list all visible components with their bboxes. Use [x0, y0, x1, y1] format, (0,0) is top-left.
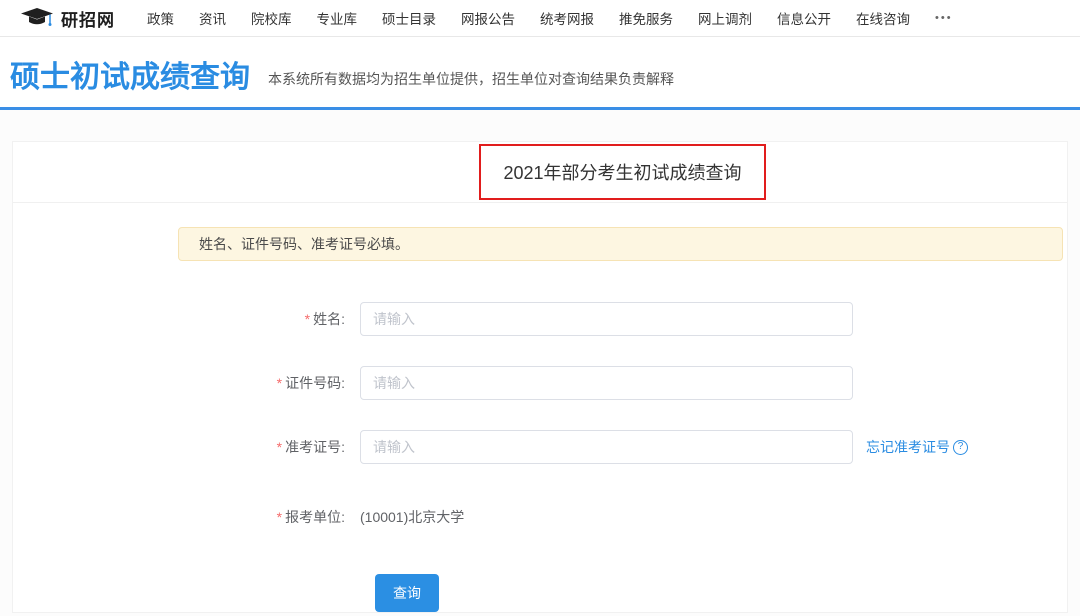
required-asterisk: * — [277, 375, 282, 391]
main-area: 2021年部分考生初试成绩查询 姓名、证件号码、准考证号必填。 *姓名: *证件… — [0, 110, 1080, 616]
form-row-name: *姓名: — [178, 302, 1063, 336]
nav-item-major-library[interactable]: 专业库 — [317, 8, 358, 28]
nav-item-online-consult[interactable]: 在线咨询 — [856, 8, 910, 28]
site-logo-text: 研招网 — [61, 6, 115, 31]
query-panel: 2021年部分考生初试成绩查询 姓名、证件号码、准考证号必填。 *姓名: *证件… — [12, 141, 1068, 613]
forgot-ticket-link[interactable]: 忘记准考证号? — [866, 437, 968, 457]
nav-item-policy[interactable]: 政策 — [147, 8, 174, 28]
panel-body: 姓名、证件号码、准考证号必填。 *姓名: *证件号码: *准考证号: 忘记准考证… — [13, 203, 1067, 612]
nav-item-info-disclosure[interactable]: 信息公开 — [777, 8, 831, 28]
nav-item-online-adjustment[interactable]: 网上调剂 — [698, 8, 752, 28]
page-header: 硕士初试成绩查询 本系统所有数据均为招生单位提供，招生单位对查询结果负责解释 — [0, 37, 1080, 110]
panel-title: 2021年部分考生初试成绩查询 — [503, 163, 741, 183]
query-button[interactable]: 查询 — [375, 574, 439, 612]
question-mark-circle-icon[interactable]: ? — [953, 440, 968, 455]
required-asterisk: * — [277, 439, 282, 455]
nav-item-master-catalog[interactable]: 硕士目录 — [382, 8, 436, 28]
nav-item-news[interactable]: 资讯 — [199, 8, 226, 28]
apply-unit-value: (10001)北京大学 — [360, 507, 464, 527]
top-navbar: 研招网 政策 资讯 院校库 专业库 硕士目录 网报公告 统考网报 推免服务 网上… — [0, 0, 1080, 37]
admission-ticket-input[interactable] — [360, 430, 853, 464]
name-label: *姓名: — [178, 309, 360, 329]
name-input[interactable] — [360, 302, 853, 336]
site-logo[interactable]: 研招网 — [20, 6, 115, 31]
form-row-submit: 查询 — [178, 574, 1063, 612]
required-asterisk: * — [305, 311, 310, 327]
form-row-apply-unit: *报考单位: (10001)北京大学 — [178, 500, 1063, 534]
required-fields-alert: 姓名、证件号码、准考证号必填。 — [178, 227, 1063, 261]
nav-menu: 政策 资讯 院校库 专业库 硕士目录 网报公告 统考网报 推免服务 网上调剂 信… — [147, 8, 953, 28]
nav-more-ellipsis-icon[interactable]: ••• — [935, 12, 953, 24]
admission-ticket-label: *准考证号: — [178, 437, 360, 457]
nav-item-college-library[interactable]: 院校库 — [251, 8, 292, 28]
nav-item-online-announcement[interactable]: 网报公告 — [461, 8, 515, 28]
apply-unit-label: *报考单位: — [178, 507, 360, 527]
panel-header: 2021年部分考生初试成绩查询 — [13, 142, 1067, 203]
page-title: 硕士初试成绩查询 — [10, 63, 250, 93]
id-number-label: *证件号码: — [178, 373, 360, 393]
nav-item-unified-exam[interactable]: 统考网报 — [540, 8, 594, 28]
form-row-id-number: *证件号码: — [178, 366, 1063, 400]
page-subtitle: 本系统所有数据均为招生单位提供，招生单位对查询结果负责解释 — [268, 69, 674, 93]
nav-item-exemption-service[interactable]: 推免服务 — [619, 8, 673, 28]
required-asterisk: * — [277, 509, 282, 525]
graduation-cap-icon — [20, 7, 54, 29]
form-row-admission-ticket: *准考证号: 忘记准考证号? — [178, 430, 1063, 464]
red-annotation-box: 2021年部分考生初试成绩查询 — [479, 144, 765, 200]
id-number-input[interactable] — [360, 366, 853, 400]
